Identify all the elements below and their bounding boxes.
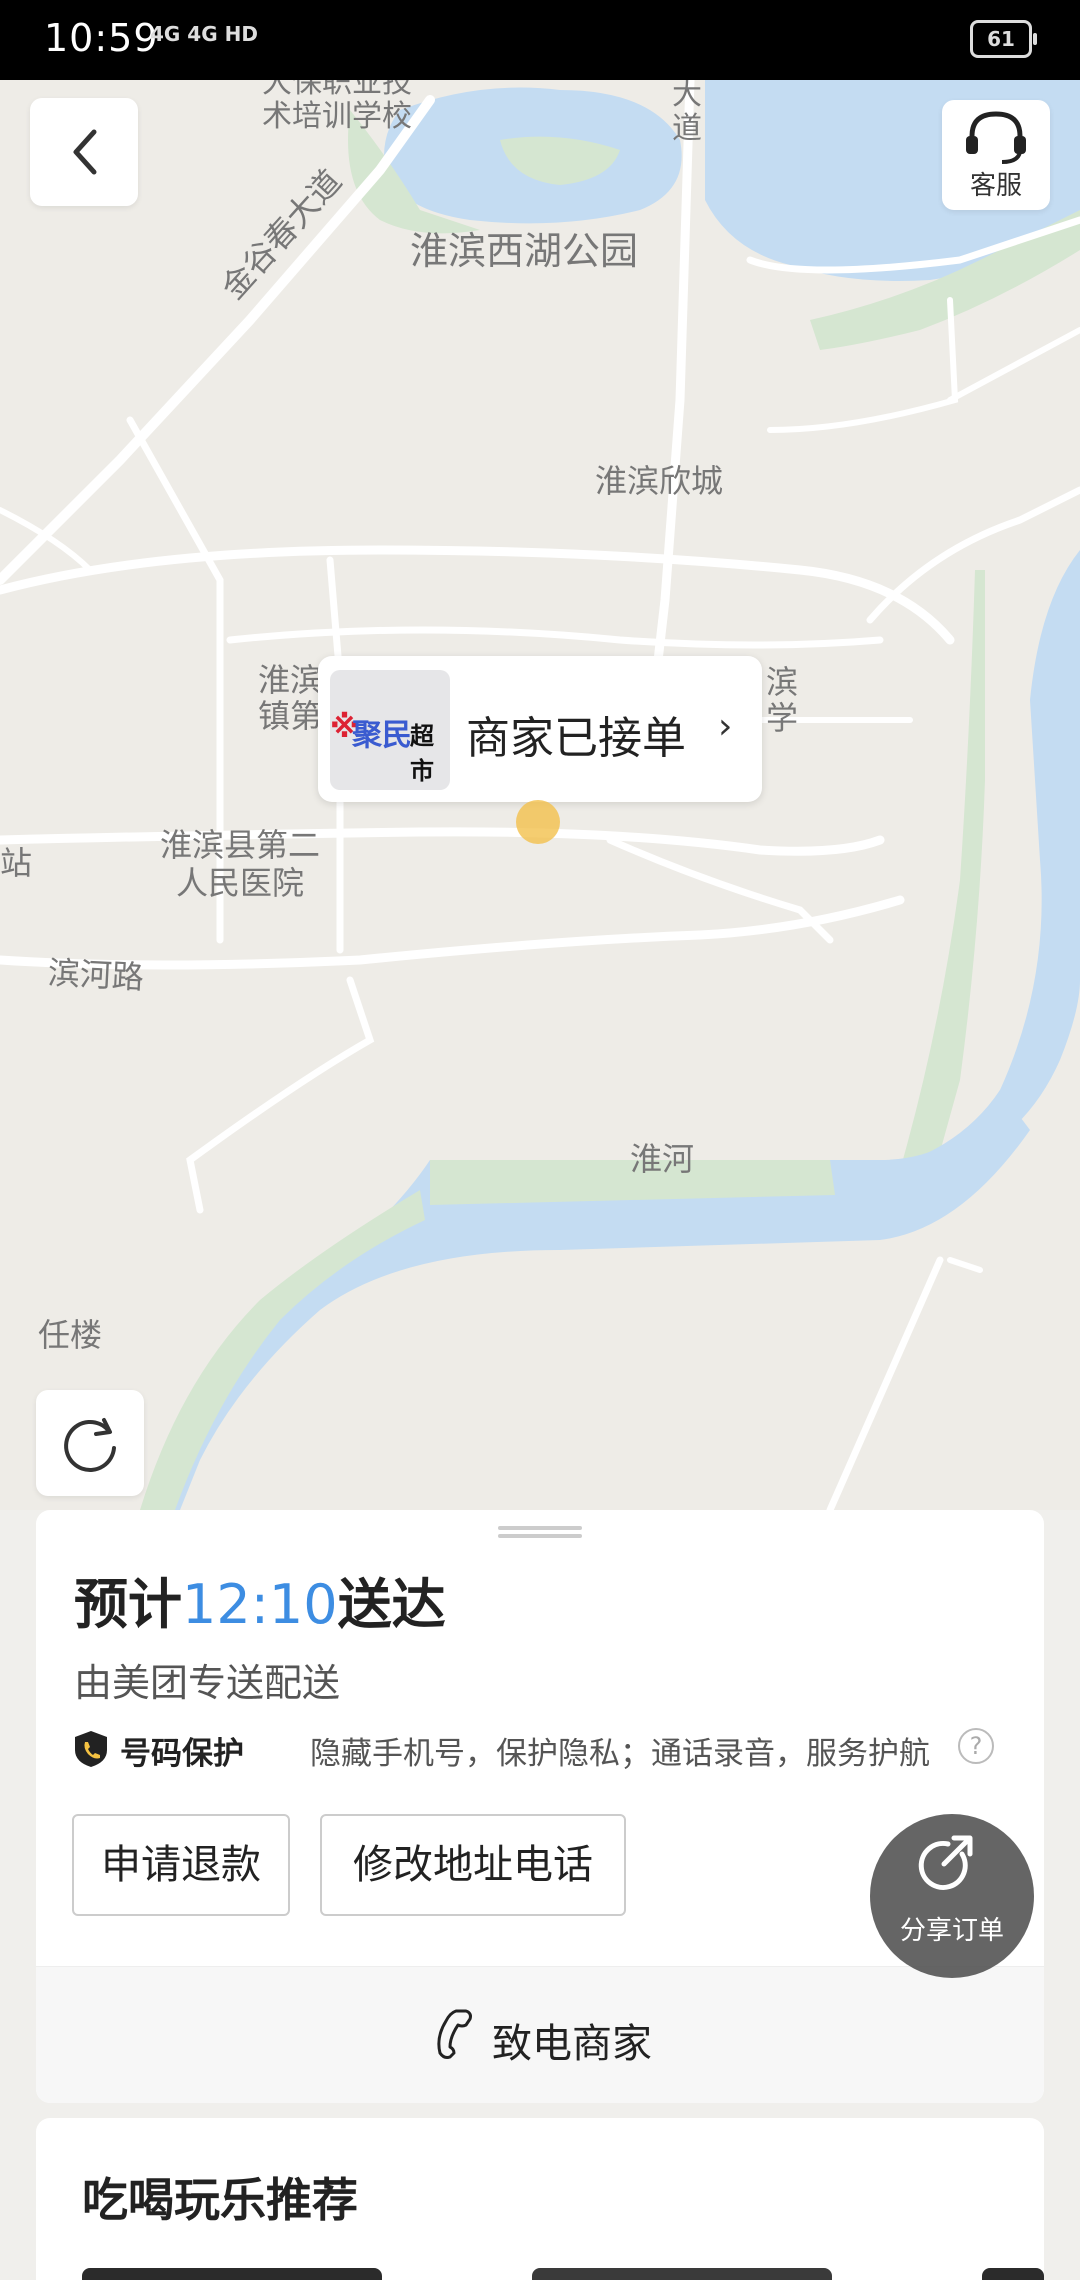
merchant-logo-name: 聚民 <box>352 718 412 753</box>
protection-desc: 隐藏手机号，保护隐私；通话录音，服务护航 <box>310 1736 930 1772</box>
phone-icon <box>437 2009 472 2059</box>
drag-handle-line <box>498 1534 582 1538</box>
battery-icon: 61 <box>970 20 1037 58</box>
refresh-icon <box>64 1418 116 1472</box>
recommendations-title: 吃喝玩乐推荐 <box>82 2173 358 2227</box>
refund-button[interactable]: 申请退款 <box>72 1814 290 1916</box>
protection-title: 号码保护 <box>120 1736 244 1772</box>
merchant-logo-suffix: 超市 <box>410 722 434 785</box>
recommendation-thumbnail[interactable] <box>982 2268 1044 2280</box>
headset-icon <box>966 111 1026 164</box>
eta-time: 12:10 <box>182 1573 338 1636</box>
status-bar: 10:59 4G 4G HD 61 <box>0 0 1080 80</box>
customer-service-label: 客服 <box>969 171 1022 201</box>
map-label-park: 淮滨西湖公园 <box>410 229 639 273</box>
map-label-xincheng: 淮滨欣城 <box>595 462 724 500</box>
map-label-zhan: 站 <box>0 844 33 882</box>
signal-indicator: 4G 4G HD <box>150 22 258 46</box>
merchant-location-pin <box>516 800 560 844</box>
share-order-label: 分享订单 <box>899 1916 1004 1946</box>
map-label-renlou: 任楼 <box>38 1316 103 1354</box>
share-order-button[interactable]: 分享订单 <box>870 1814 1034 1978</box>
help-icon[interactable]: ? <box>958 1728 994 1764</box>
chevron-left-icon <box>73 129 97 175</box>
modify-address-button[interactable]: 修改地址电话 <box>320 1814 626 1916</box>
order-status-text: 商家已接单 <box>466 713 686 764</box>
recommendation-thumbnail[interactable] <box>82 2268 382 2280</box>
share-icon <box>918 1835 973 1890</box>
call-merchant-button[interactable]: 致电商家 <box>36 1966 1044 2103</box>
eta-suffix: 送达 <box>337 1573 446 1636</box>
map-label-road-da: 大 道 <box>672 80 702 146</box>
map-label-town: 淮滨 镇第 <box>258 661 323 735</box>
merchant-status-bubble[interactable]: ※ 聚民 超市 商家已接单 › <box>318 656 762 802</box>
eta-prefix: 预计 <box>74 1573 182 1636</box>
drag-handle[interactable] <box>498 1526 582 1530</box>
map-label-school2: 滨 学 <box>766 663 799 737</box>
recommendation-thumbnail[interactable] <box>532 2268 832 2280</box>
eta-text: 预计12:10送达 <box>74 1560 446 1639</box>
courier-text: 由美团专送配送 <box>74 1661 341 1705</box>
merchant-logo: ※ 聚民 超市 <box>330 670 450 790</box>
map-label-binhe-road: 滨河路 <box>46 953 145 997</box>
call-merchant-label: 致电商家 <box>492 2021 652 2067</box>
refresh-button[interactable] <box>36 1390 144 1496</box>
recommendations-card: 吃喝玩乐推荐 <box>36 2118 1044 2280</box>
customer-service-button[interactable]: 客服 <box>942 100 1050 210</box>
map-label-huaihe: 淮河 <box>630 1140 695 1178</box>
map-label-school: 大保职业技 术培训学校 <box>262 80 412 134</box>
back-button[interactable] <box>30 98 138 206</box>
delivery-info-card: 预计12:10送达 由美团专送配送 号码保护 隐藏手机号，保护隐私；通话录音，服… <box>36 1510 1044 2103</box>
status-time: 10:59 <box>44 16 159 60</box>
map-label-hospital: 淮滨县第二 人民医院 <box>160 826 321 902</box>
shield-phone-icon <box>75 1731 107 1767</box>
chevron-right-icon: › <box>718 706 733 747</box>
